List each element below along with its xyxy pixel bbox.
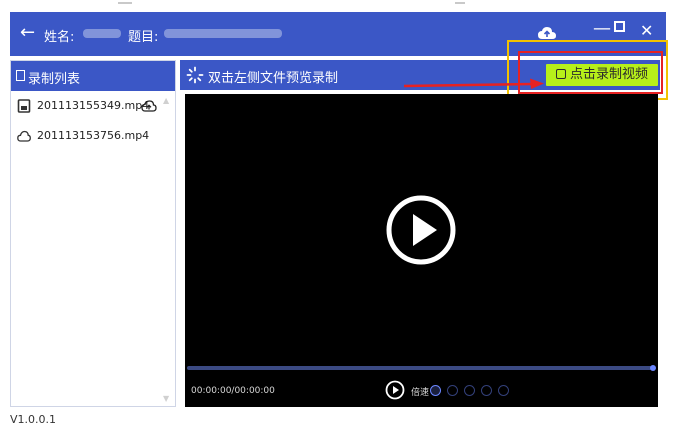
speed-option[interactable] xyxy=(481,385,492,396)
progress-handle[interactable] xyxy=(650,365,656,371)
list-item-file-1[interactable]: 201113155349.mp4 xyxy=(17,97,167,115)
recording-list-title: 录制列表 xyxy=(28,72,81,87)
speed-option[interactable] xyxy=(498,385,509,396)
file-name: 201113153756.mp4 xyxy=(37,129,150,142)
play-icon[interactable] xyxy=(385,380,405,400)
list-item-file-2[interactable]: 201113153756.mp4 xyxy=(17,127,167,145)
loading-icon xyxy=(186,66,204,84)
document-icon xyxy=(16,70,25,81)
redacted-name xyxy=(83,29,121,38)
speed-option[interactable] xyxy=(447,385,458,396)
minimize-icon[interactable]: — xyxy=(593,20,611,38)
speed-label: 倍速 xyxy=(411,388,430,398)
play-icon[interactable] xyxy=(385,194,457,266)
topic-label: 题目: xyxy=(128,30,159,45)
version-label: V1.0.0.1 xyxy=(10,413,57,426)
file-name: 201113155349.mp4 xyxy=(37,99,150,112)
video-player[interactable]: 00:00:00/00:00:00 倍速 xyxy=(185,94,658,407)
recording-list-panel: 录制列表 201113155349.mp4 201113153756.mp4 ▲… xyxy=(10,60,176,407)
time-display: 00:00:00/00:00:00 xyxy=(191,386,275,396)
redacted-topic xyxy=(164,29,282,38)
top-mark xyxy=(455,2,465,4)
cloud-upload-icon[interactable] xyxy=(141,99,157,113)
arrow-left-icon[interactable]: ← xyxy=(20,22,35,44)
top-mark xyxy=(118,2,132,4)
close-icon[interactable]: ✕ xyxy=(640,22,653,40)
annotation-arrow xyxy=(404,78,544,89)
top-strip xyxy=(0,0,676,10)
preview-title: 双击左侧文件预览录制 xyxy=(208,71,339,86)
speed-option[interactable] xyxy=(464,385,475,396)
scroll-down-icon[interactable]: ▼ xyxy=(163,394,169,403)
document-icon xyxy=(17,99,31,113)
name-label: 姓名: xyxy=(44,30,75,45)
recording-list-header: 录制列表 xyxy=(11,61,175,91)
cloud-icon xyxy=(17,130,31,142)
speed-option[interactable] xyxy=(430,385,441,396)
progress-bar[interactable] xyxy=(187,366,655,370)
maximize-icon[interactable] xyxy=(614,21,625,32)
scroll-up-icon[interactable]: ▲ xyxy=(163,96,169,105)
